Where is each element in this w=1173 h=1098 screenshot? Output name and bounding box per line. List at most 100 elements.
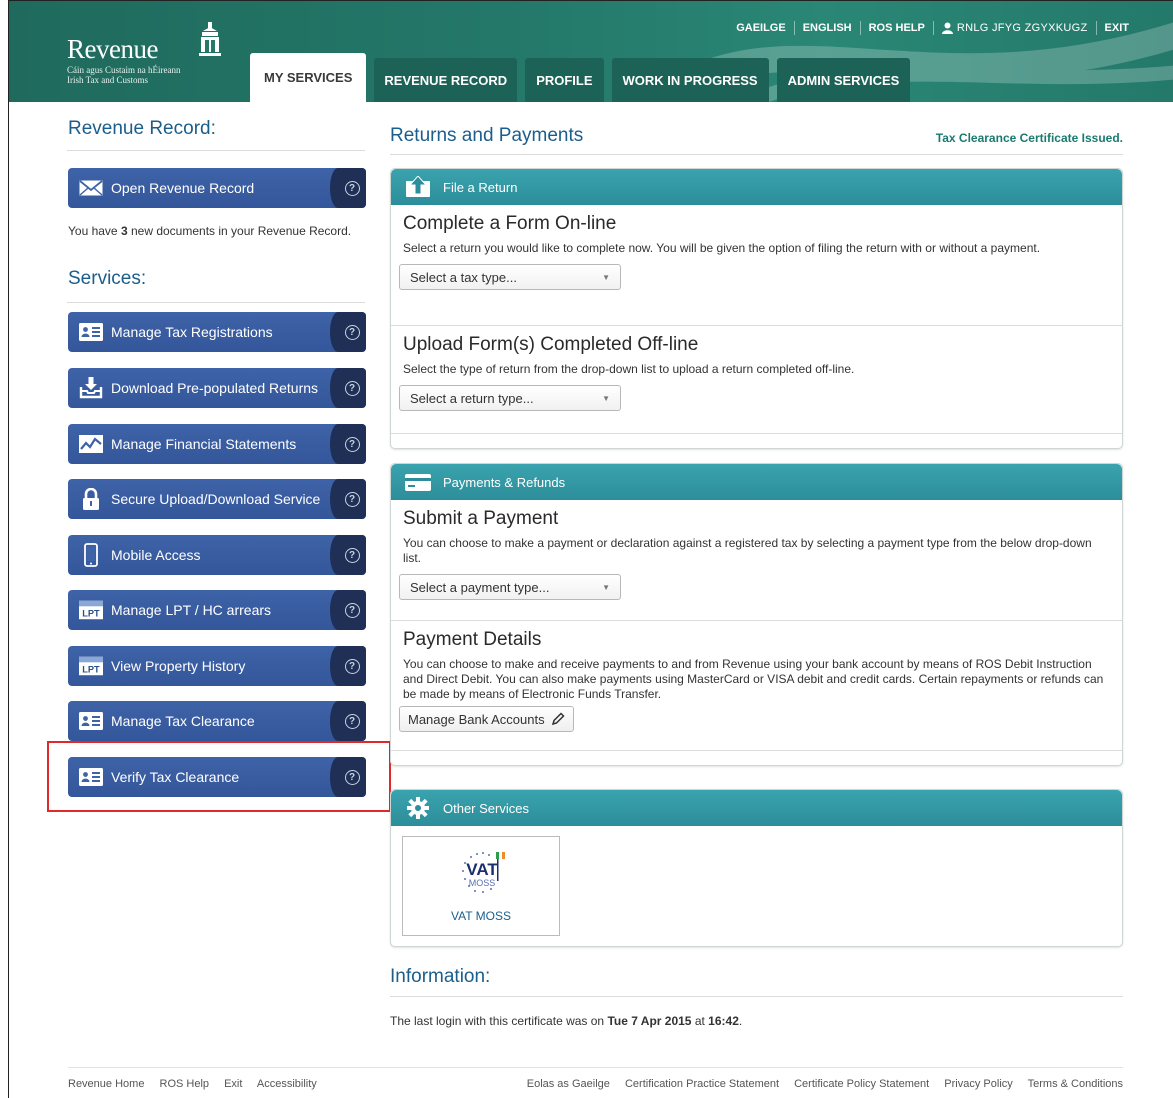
other-services-title: Other Services [443,800,529,816]
footer-link-revenue-home[interactable]: Revenue Home [68,1078,144,1090]
vat-moss-logo-mid: MOSS [469,878,496,888]
english-link[interactable]: ENGLISH [795,21,861,35]
id-card-icon [79,321,103,343]
service-label: Manage Tax Registrations [111,324,273,340]
gaeilge-link[interactable]: GAEILGE [728,21,795,35]
exit-link[interactable]: EXIT [1097,21,1137,35]
service-label: Manage LPT / HC arrears [111,602,272,618]
pencil-icon [551,712,565,726]
last-login-suffix: . [738,1014,743,1028]
manage-bank-accounts-button[interactable]: Manage Bank Accounts [399,706,574,732]
manage-financial-statements-button[interactable]: Manage Financial Statements ? [68,424,366,464]
information-heading: Information: [390,966,491,987]
envelope-icon [79,177,103,199]
manage-tax-clearance-button[interactable]: Manage Tax Clearance ? [68,701,366,741]
logo-subtitle-english: Irish Tax and Customs [67,75,148,85]
footer-link-terms-conditions[interactable]: Terms & Conditions [1028,1078,1123,1090]
last-login-prefix: The last login with this certificate was… [390,1014,608,1028]
download-prepopulated-returns-button[interactable]: Download Pre-populated Returns ? [68,368,366,408]
footer-left-links: Revenue Home ROS Help Exit Accessibility [68,1078,329,1090]
footer-link-certificate-policy-statement[interactable]: Certificate Policy Statement [794,1078,929,1090]
service-label: View Property History [111,658,246,674]
return-type-select-value: Select a return type... [410,390,534,406]
chevron-down-icon: ▼ [602,393,610,403]
footer-link-ros-help[interactable]: ROS Help [160,1078,210,1090]
help-icon: ? [344,436,360,452]
revenue-record-heading: Revenue Record: [68,118,216,139]
gear-icon [403,796,433,820]
help-button[interactable]: ? [330,479,366,519]
upload-offline-heading: Upload Form(s) Completed Off-line [403,334,699,355]
highlight-box [47,741,391,812]
help-icon: ? [344,180,360,196]
help-button[interactable]: ? [330,424,366,464]
file-return-panel-header: File a Return [391,169,1122,205]
open-revenue-record-label: Open Revenue Record [111,180,255,196]
footer-link-exit[interactable]: Exit [224,1078,242,1090]
secure-upload-download-button[interactable]: Secure Upload/Download Service ? [68,479,366,519]
site-header: Revenue Cáin agus Custaim na hÉireann Ir… [9,1,1173,102]
other-services-panel-header: Other Services [391,790,1122,826]
complete-online-text: Select a return you would like to comple… [403,241,1041,255]
help-button[interactable]: ? [330,168,366,208]
help-button[interactable]: ? [330,646,366,686]
service-label: Secure Upload/Download Service [111,491,321,507]
tab-profile[interactable]: PROFILE [525,58,604,102]
logo-wordmark: Revenue [67,34,158,64]
divider [390,996,1123,997]
lpt-icon: LPT [79,655,103,677]
credit-card-icon [403,470,433,494]
vat-moss-tile[interactable]: VAT MOSS VAT MOSS [402,836,560,936]
file-return-title: File a Return [443,179,518,195]
view-property-history-button[interactable]: LPT View Property History ? [68,646,366,686]
tax-clearance-notice[interactable]: Tax Clearance Certificate Issued. [936,131,1123,145]
help-button[interactable]: ? [330,312,366,352]
help-icon: ? [344,547,360,563]
footer-link-certification-practice-statement[interactable]: Certification Practice Statement [625,1078,779,1090]
manage-bank-accounts-label: Manage Bank Accounts [408,711,545,727]
manage-lpt-hc-arrears-button[interactable]: LPT Manage LPT / HC arrears ? [68,590,366,630]
vat-moss-logo-top: VAT [466,860,498,879]
submit-payment-text: You can choose to make a payment or decl… [403,536,1092,565]
left-column: Revenue Record: [67,118,366,151]
payment-type-select[interactable]: Select a payment type... ▼ [399,574,621,600]
help-button[interactable]: ? [330,701,366,741]
vat-moss-logo: VAT MOSS [462,852,505,893]
tax-type-select[interactable]: Select a tax type... ▼ [399,264,621,290]
footer-divider [68,1067,1123,1068]
open-revenue-record-button[interactable]: Open Revenue Record ? [68,168,366,208]
tab-work-in-progress[interactable]: WORK IN PROGRESS [611,58,769,102]
payment-details-text: You can choose to make and receive payme… [403,657,1104,701]
manage-tax-registrations-button[interactable]: Manage Tax Registrations ? [68,312,366,352]
submit-payment-heading: Submit a Payment [403,508,559,529]
help-button[interactable]: ? [330,590,366,630]
footer-link-privacy-policy[interactable]: Privacy Policy [944,1078,1012,1090]
footer-link-eolas-as-gaeilge[interactable]: Eolas as Gaeilge [527,1078,610,1090]
padlock-icon [79,488,103,510]
lpt-icon: LPT [79,599,103,621]
line-chart-icon [79,433,103,455]
help-button[interactable]: ? [330,368,366,408]
user-menu[interactable]: RNLG JFYG ZGYXKUGZ [934,21,1097,35]
submit-payment-section: Submit a Payment You can choose to make … [391,500,1122,621]
tab-my-services[interactable]: MY SERVICES [250,53,367,102]
custom-house-icon [199,22,221,56]
help-icon: ? [344,324,360,340]
help-button[interactable]: ? [330,535,366,575]
last-login-date: Tue 7 Apr 2015 [607,1014,692,1028]
mobile-phone-icon [79,543,103,567]
revenue-logo[interactable]: Revenue Cáin agus Custaim na hÉireann Ir… [67,22,221,85]
upload-offline-text: Select the type of return from the drop-… [403,362,855,376]
footer-link-accessibility[interactable]: Accessibility [257,1078,317,1090]
chevron-down-icon: ▼ [602,582,610,592]
ros-help-link[interactable]: ROS HELP [861,21,934,35]
top-links: GAEILGE ENGLISH ROS HELP RNLG JFYG ZGYXK… [728,21,1137,35]
last-login-mid: at [691,1014,709,1028]
mobile-access-button[interactable]: Mobile Access ? [68,535,366,575]
return-type-select[interactable]: Select a return type... ▼ [399,385,621,411]
tax-type-select-value: Select a tax type... [410,269,517,285]
upload-offline-section: Upload Form(s) Completed Off-line Select… [391,326,1122,434]
tab-admin-services[interactable]: ADMIN SERVICES [776,58,911,102]
tab-revenue-record[interactable]: REVENUE RECORD [374,58,518,102]
svg-text:LPT: LPT [82,664,100,674]
